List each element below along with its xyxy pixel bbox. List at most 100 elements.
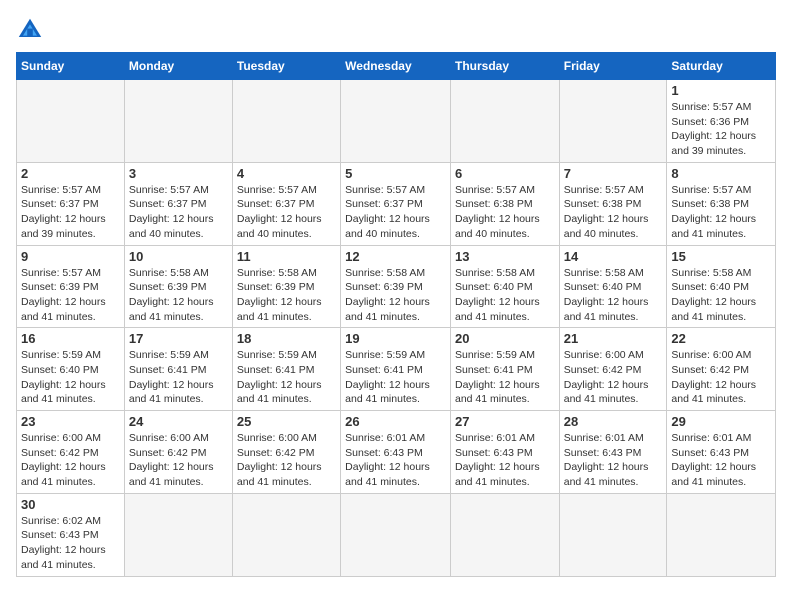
day-info: Sunrise: 6:01 AM Sunset: 6:43 PM Dayligh… xyxy=(345,431,446,490)
day-info: Sunrise: 5:57 AM Sunset: 6:36 PM Dayligh… xyxy=(671,100,771,159)
calendar-body: 1 Sunrise: 5:57 AM Sunset: 6:36 PM Daylig… xyxy=(17,80,776,577)
day-number: 29 xyxy=(671,414,771,429)
logo-icon xyxy=(16,16,44,44)
calendar-cell: 10 Sunrise: 5:58 AM Sunset: 6:39 PM Dayli… xyxy=(124,245,232,328)
day-number: 10 xyxy=(129,249,228,264)
day-number: 30 xyxy=(21,497,120,512)
calendar-cell xyxy=(341,493,451,576)
calendar-cell xyxy=(232,80,340,163)
calendar-cell: 26Sunrise: 6:01 AM Sunset: 6:43 PM Dayli… xyxy=(341,411,451,494)
calendar-cell xyxy=(450,80,559,163)
calendar-cell xyxy=(17,80,125,163)
day-info: Sunrise: 5:57 AM Sunset: 6:38 PM Dayligh… xyxy=(455,183,555,242)
calendar-cell xyxy=(124,80,232,163)
calendar-cell xyxy=(124,493,232,576)
weekday-header-saturday: Saturday xyxy=(667,53,776,80)
day-number: 12 xyxy=(345,249,446,264)
calendar-cell: 8 Sunrise: 5:57 AM Sunset: 6:38 PM Daylig… xyxy=(667,162,776,245)
week-row-2: 9 Sunrise: 5:57 AM Sunset: 6:39 PM Daylig… xyxy=(17,245,776,328)
calendar-cell: 24Sunrise: 6:00 AM Sunset: 6:42 PM Dayli… xyxy=(124,411,232,494)
weekday-header-thursday: Thursday xyxy=(450,53,559,80)
day-info: Sunrise: 5:58 AM Sunset: 6:39 PM Dayligh… xyxy=(129,266,228,325)
calendar-cell: 4 Sunrise: 5:57 AM Sunset: 6:37 PM Daylig… xyxy=(232,162,340,245)
day-info: Sunrise: 5:58 AM Sunset: 6:39 PM Dayligh… xyxy=(345,266,446,325)
day-info: Sunrise: 5:57 AM Sunset: 6:39 PM Dayligh… xyxy=(21,266,120,325)
day-number: 8 xyxy=(671,166,771,181)
day-info: Sunrise: 6:00 AM Sunset: 6:42 PM Dayligh… xyxy=(237,431,336,490)
calendar-cell: 21Sunrise: 6:00 AM Sunset: 6:42 PM Dayli… xyxy=(559,328,667,411)
day-number: 25 xyxy=(237,414,336,429)
day-number: 4 xyxy=(237,166,336,181)
day-info: Sunrise: 6:01 AM Sunset: 6:43 PM Dayligh… xyxy=(671,431,771,490)
calendar-cell: 1 Sunrise: 5:57 AM Sunset: 6:36 PM Daylig… xyxy=(667,80,776,163)
day-number: 28 xyxy=(564,414,663,429)
calendar-cell: 12 Sunrise: 5:58 AM Sunset: 6:39 PM Dayli… xyxy=(341,245,451,328)
weekday-header-friday: Friday xyxy=(559,53,667,80)
calendar-cell: 19Sunrise: 5:59 AM Sunset: 6:41 PM Dayli… xyxy=(341,328,451,411)
day-info: Sunrise: 5:57 AM Sunset: 6:38 PM Dayligh… xyxy=(564,183,663,242)
day-number: 20 xyxy=(455,331,555,346)
calendar-table: SundayMondayTuesdayWednesdayThursdayFrid… xyxy=(16,52,776,577)
calendar-cell: 13 Sunrise: 5:58 AM Sunset: 6:40 PM Dayli… xyxy=(450,245,559,328)
calendar-cell: 5 Sunrise: 5:57 AM Sunset: 6:37 PM Daylig… xyxy=(341,162,451,245)
calendar-cell: 22 Sunrise: 6:00 AM Sunset: 6:42 PM Dayli… xyxy=(667,328,776,411)
calendar-cell: 9 Sunrise: 5:57 AM Sunset: 6:39 PM Daylig… xyxy=(17,245,125,328)
day-info: Sunrise: 5:58 AM Sunset: 6:40 PM Dayligh… xyxy=(455,266,555,325)
calendar-cell: 27 Sunrise: 6:01 AM Sunset: 6:43 PM Dayli… xyxy=(450,411,559,494)
day-number: 9 xyxy=(21,249,120,264)
calendar-cell: 29 Sunrise: 6:01 AM Sunset: 6:43 PM Dayli… xyxy=(667,411,776,494)
day-info: Sunrise: 6:00 AM Sunset: 6:42 PM Dayligh… xyxy=(564,348,663,407)
weekday-header-wednesday: Wednesday xyxy=(341,53,451,80)
calendar-cell: 23Sunrise: 6:00 AM Sunset: 6:42 PM Dayli… xyxy=(17,411,125,494)
logo xyxy=(16,16,52,44)
day-info: Sunrise: 5:58 AM Sunset: 6:39 PM Dayligh… xyxy=(237,266,336,325)
day-number: 5 xyxy=(345,166,446,181)
day-info: Sunrise: 5:59 AM Sunset: 6:40 PM Dayligh… xyxy=(21,348,120,407)
day-number: 15 xyxy=(671,249,771,264)
day-number: 14 xyxy=(564,249,663,264)
day-number: 27 xyxy=(455,414,555,429)
day-info: Sunrise: 5:57 AM Sunset: 6:37 PM Dayligh… xyxy=(21,183,120,242)
calendar-cell xyxy=(450,493,559,576)
day-info: Sunrise: 6:00 AM Sunset: 6:42 PM Dayligh… xyxy=(671,348,771,407)
day-info: Sunrise: 5:59 AM Sunset: 6:41 PM Dayligh… xyxy=(237,348,336,407)
day-number: 3 xyxy=(129,166,228,181)
day-info: Sunrise: 6:01 AM Sunset: 6:43 PM Dayligh… xyxy=(564,431,663,490)
weekday-row: SundayMondayTuesdayWednesdayThursdayFrid… xyxy=(17,53,776,80)
day-number: 19 xyxy=(345,331,446,346)
calendar-cell: 14Sunrise: 5:58 AM Sunset: 6:40 PM Dayli… xyxy=(559,245,667,328)
week-row-3: 16 Sunrise: 5:59 AM Sunset: 6:40 PM Dayli… xyxy=(17,328,776,411)
calendar-cell xyxy=(667,493,776,576)
day-number: 6 xyxy=(455,166,555,181)
day-number: 17 xyxy=(129,331,228,346)
day-number: 22 xyxy=(671,331,771,346)
calendar-cell: 30 Sunrise: 6:02 AM Sunset: 6:43 PM Dayli… xyxy=(17,493,125,576)
weekday-header-monday: Monday xyxy=(124,53,232,80)
calendar-cell: 7Sunrise: 5:57 AM Sunset: 6:38 PM Daylig… xyxy=(559,162,667,245)
day-number: 23 xyxy=(21,414,120,429)
day-info: Sunrise: 5:59 AM Sunset: 6:41 PM Dayligh… xyxy=(455,348,555,407)
day-info: Sunrise: 5:57 AM Sunset: 6:37 PM Dayligh… xyxy=(345,183,446,242)
week-row-0: 1 Sunrise: 5:57 AM Sunset: 6:36 PM Daylig… xyxy=(17,80,776,163)
calendar-cell: 17Sunrise: 5:59 AM Sunset: 6:41 PM Dayli… xyxy=(124,328,232,411)
calendar-cell: 18Sunrise: 5:59 AM Sunset: 6:41 PM Dayli… xyxy=(232,328,340,411)
calendar-cell: 6 Sunrise: 5:57 AM Sunset: 6:38 PM Daylig… xyxy=(450,162,559,245)
calendar-cell: 25 Sunrise: 6:00 AM Sunset: 6:42 PM Dayli… xyxy=(232,411,340,494)
calendar-cell: 15Sunrise: 5:58 AM Sunset: 6:40 PM Dayli… xyxy=(667,245,776,328)
calendar-cell: 20 Sunrise: 5:59 AM Sunset: 6:41 PM Dayli… xyxy=(450,328,559,411)
calendar-cell xyxy=(232,493,340,576)
day-number: 24 xyxy=(129,414,228,429)
week-row-5: 30 Sunrise: 6:02 AM Sunset: 6:43 PM Dayli… xyxy=(17,493,776,576)
day-number: 13 xyxy=(455,249,555,264)
weekday-header-tuesday: Tuesday xyxy=(232,53,340,80)
page-header xyxy=(16,16,776,44)
day-number: 16 xyxy=(21,331,120,346)
day-number: 1 xyxy=(671,83,771,98)
calendar-header: SundayMondayTuesdayWednesdayThursdayFrid… xyxy=(17,53,776,80)
day-info: Sunrise: 6:01 AM Sunset: 6:43 PM Dayligh… xyxy=(455,431,555,490)
day-info: Sunrise: 5:57 AM Sunset: 6:38 PM Dayligh… xyxy=(671,183,771,242)
day-info: Sunrise: 5:57 AM Sunset: 6:37 PM Dayligh… xyxy=(237,183,336,242)
calendar-cell xyxy=(341,80,451,163)
day-info: Sunrise: 6:02 AM Sunset: 6:43 PM Dayligh… xyxy=(21,514,120,573)
day-number: 11 xyxy=(237,249,336,264)
